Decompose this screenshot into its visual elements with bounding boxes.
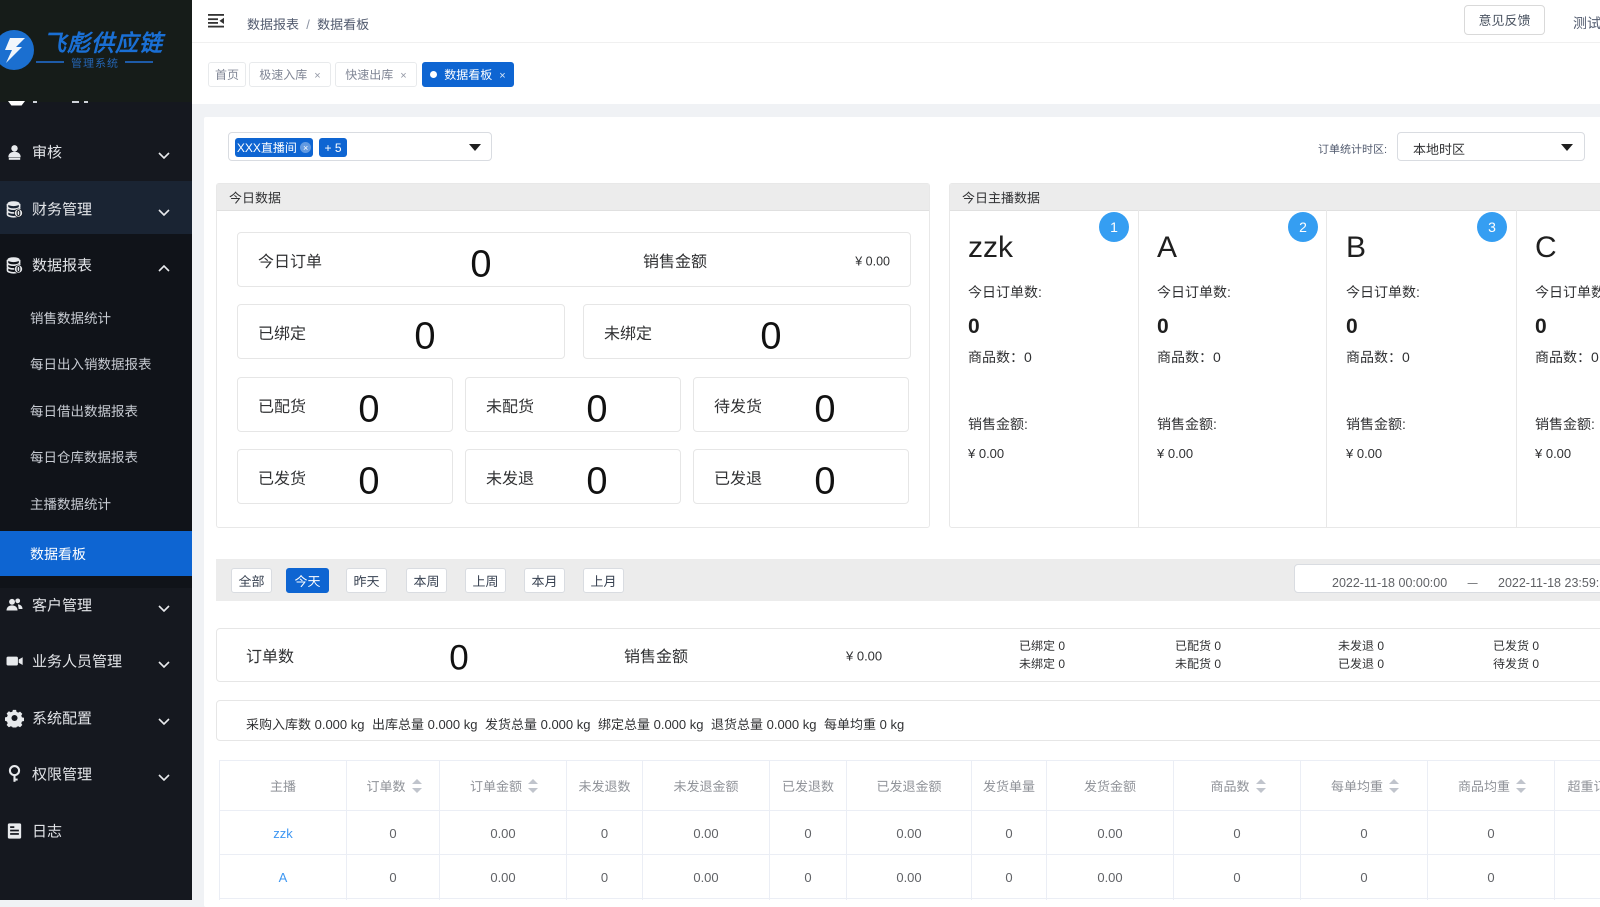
- svg-text:0: 0: [16, 208, 21, 219]
- svg-text:0: 0: [16, 264, 21, 275]
